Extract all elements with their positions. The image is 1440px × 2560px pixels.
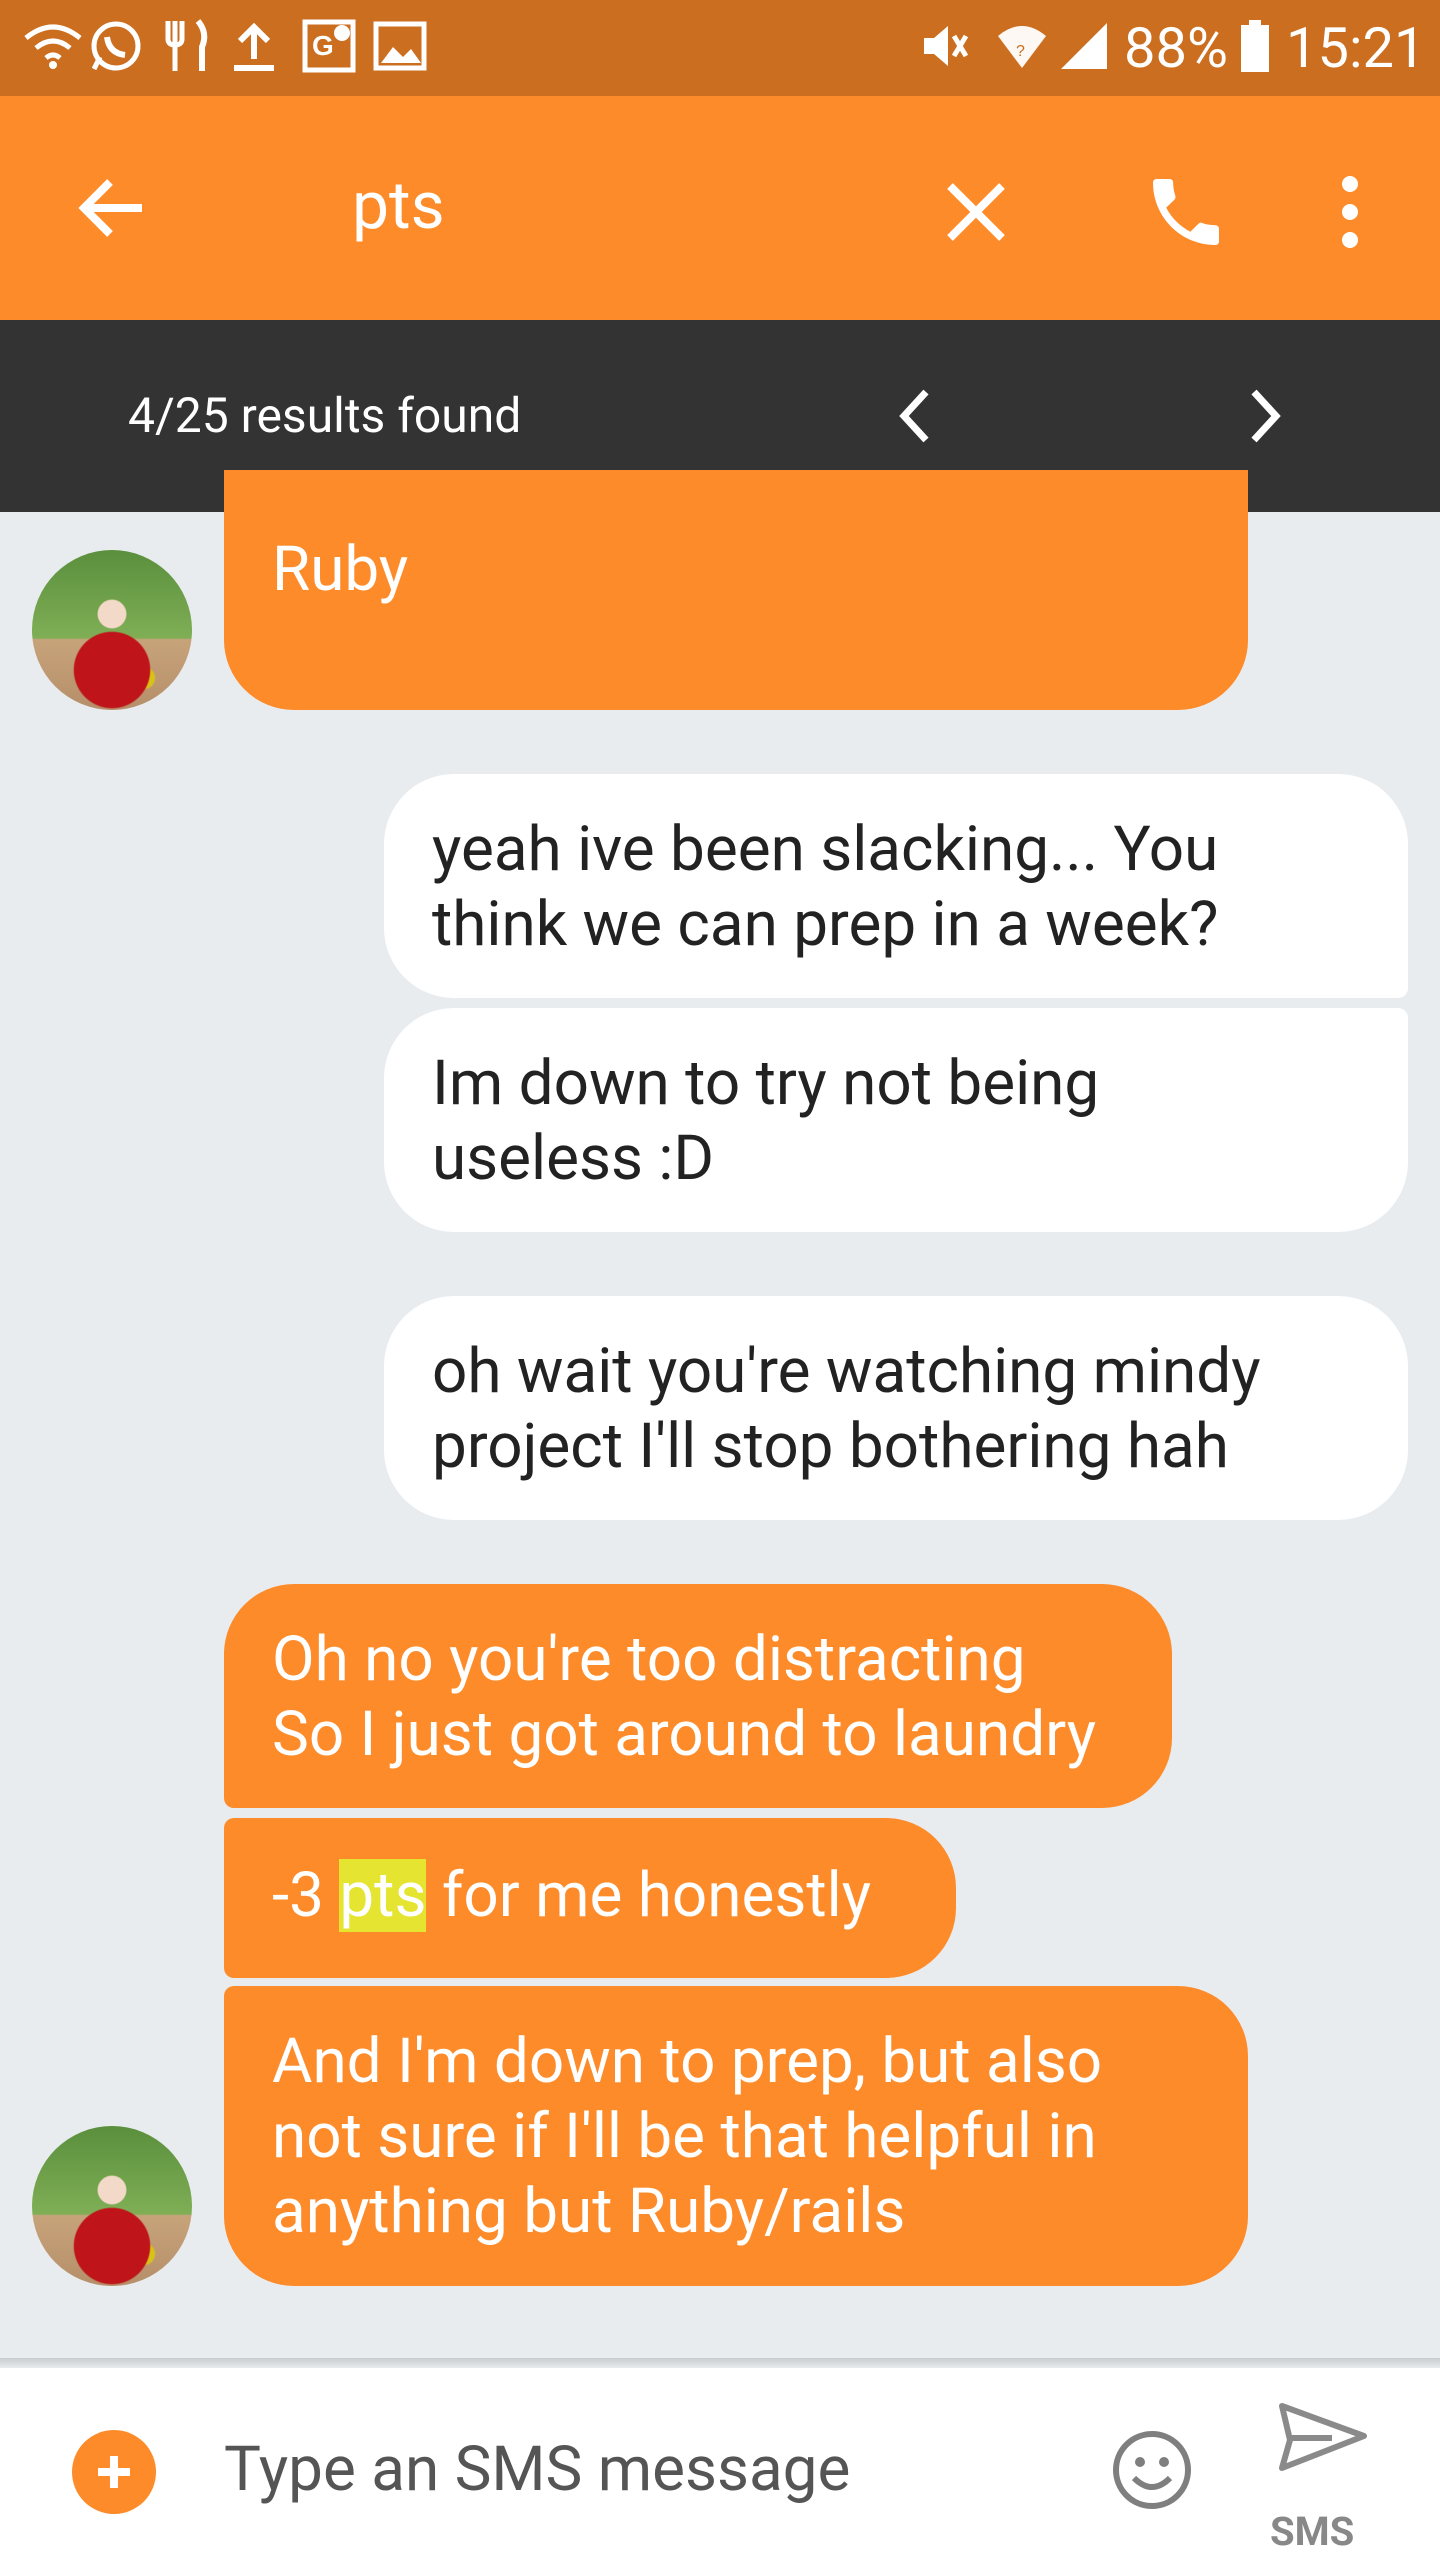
maps-icon: G [300, 18, 358, 74]
message-bubble-outgoing[interactable]: oh wait you're watching mindy project I'… [384, 1296, 1408, 1520]
mute-icon [916, 18, 972, 74]
back-arrow-icon[interactable] [72, 168, 152, 248]
upload-icon [226, 18, 282, 74]
message-input[interactable]: Type an SMS message [224, 2432, 850, 2508]
status-bar: G ? 88% 15:21 [0, 0, 1440, 96]
message-text: for me honestly [426, 1859, 872, 1932]
message-line: anything but Ruby/rails [272, 2175, 906, 2248]
contact-avatar[interactable] [32, 2126, 192, 2286]
message-line: Ruby [272, 533, 409, 606]
add-attachment-button[interactable] [72, 2430, 156, 2514]
message-line: useless :D [432, 1122, 715, 1195]
battery-percent: 88% [1124, 15, 1228, 81]
message-bubble-incoming[interactable]: Oh no you're too distracting So I just g… [224, 1584, 1172, 1808]
svg-text:G: G [312, 30, 334, 61]
close-icon[interactable] [938, 174, 1014, 250]
more-vert-icon[interactable] [1330, 168, 1370, 256]
wifi-icon: ? [996, 18, 1048, 74]
clock: 15:21 [1286, 15, 1426, 81]
compose-bar: Type an SMS message SMS [0, 2368, 1440, 2560]
message-bubble-incoming[interactable]: -3 pts for me honestly [224, 1818, 956, 1978]
phone-icon[interactable] [1142, 168, 1230, 256]
message-line: think we can prep in a week? [432, 888, 1219, 961]
image-icon [370, 18, 430, 74]
message-line: -3 pts for me honestly [272, 1858, 908, 1933]
message-bubble-outgoing[interactable]: yeah ive been slacking... You think we c… [384, 774, 1408, 998]
message-line: Im down to try not being [432, 1047, 1100, 1120]
send-type-label: SMS [1270, 2508, 1355, 2555]
message-bubble-incoming[interactable]: And I'm down to prep, but also not sure … [224, 1986, 1248, 2286]
message-line: And I'm down to prep, but also [272, 2025, 1103, 2098]
message-line: project I'll stop bothering hah [432, 1410, 1229, 1483]
results-count: 4/25 results found [128, 387, 522, 444]
svg-text:?: ? [1016, 43, 1025, 60]
send-icon[interactable] [1276, 2398, 1368, 2482]
emoji-icon[interactable] [1110, 2428, 1194, 2512]
message-line: not sure if I'll be that helpful in [272, 2100, 1097, 2173]
whatsapp-icon [84, 18, 148, 74]
app-bar: pts [0, 96, 1440, 320]
chevron-right-icon[interactable] [1236, 382, 1292, 450]
message-bubble-outgoing[interactable]: Im down to try not being useless :D [384, 1008, 1408, 1232]
message-line: oh wait you're watching mindy [432, 1335, 1261, 1408]
message-line: Oh no you're too distracting [272, 1623, 1026, 1696]
signal-icon [1058, 18, 1110, 74]
message-line: yeah ive been slacking... You [432, 813, 1219, 886]
add-icon [98, 2456, 130, 2488]
contact-avatar[interactable] [32, 550, 192, 710]
message-bubble-incoming[interactable]: Ruby [224, 470, 1248, 710]
wifi-call-icon [18, 18, 88, 74]
restaurant-icon [158, 18, 216, 74]
search-query[interactable]: pts [352, 162, 445, 252]
message-text: -3 [272, 1859, 340, 1932]
chevron-left-icon[interactable] [888, 382, 944, 450]
input-divider [0, 2358, 1440, 2368]
message-line: So I just got around to laundry [272, 1698, 1097, 1771]
search-match-highlight: pts [339, 1859, 427, 1932]
battery-icon [1238, 18, 1272, 74]
